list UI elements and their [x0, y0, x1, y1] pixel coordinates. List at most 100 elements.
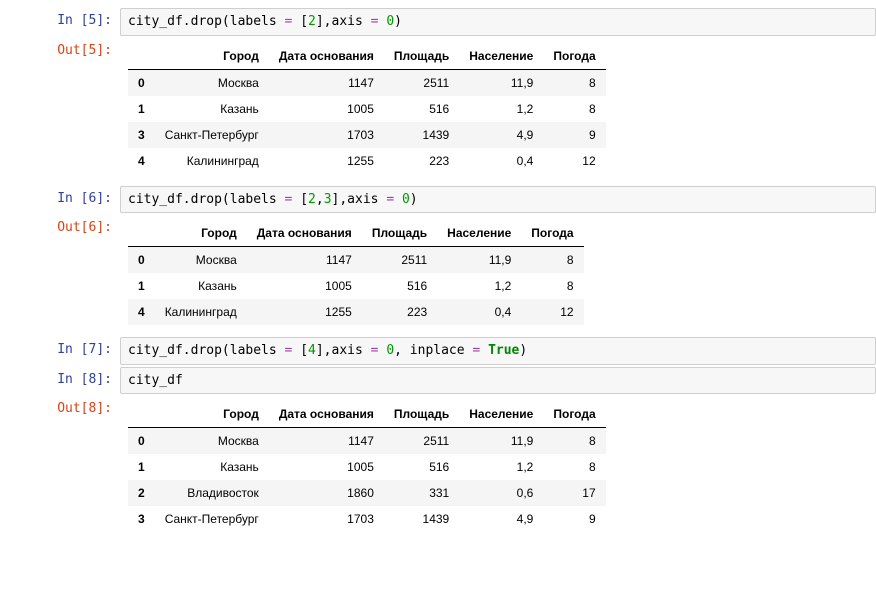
cell: 8 [543, 96, 605, 122]
cell: 8 [543, 69, 605, 96]
cell: 0,4 [459, 148, 543, 174]
cell: 8 [521, 273, 583, 299]
cell: 11,9 [459, 428, 543, 455]
cell: 1147 [269, 69, 384, 96]
prompt-in-6: In [6]: [0, 186, 120, 214]
cell: 11,9 [437, 247, 521, 274]
cell-in-6: In [6]: city_df.drop(labels = [2,3],axis… [0, 186, 876, 214]
cell: 12 [521, 299, 583, 325]
cell: Калининград [155, 148, 269, 174]
prompt-out-6: Out[6]: [0, 215, 120, 335]
table-row: 1Казань10055161,28 [128, 96, 606, 122]
cell: Казань [155, 273, 247, 299]
cell: 4,9 [459, 506, 543, 532]
cell: 8 [543, 428, 605, 455]
row-index: 0 [128, 69, 155, 96]
row-index: 3 [128, 506, 155, 532]
row-index: 0 [128, 428, 155, 455]
cell: 223 [384, 148, 459, 174]
col-header: Население [459, 43, 543, 70]
cell: 1439 [384, 506, 459, 532]
cell: 11,9 [459, 69, 543, 96]
cell: 1005 [269, 454, 384, 480]
prompt-out-5: Out[5]: [0, 38, 120, 184]
cell: Калининград [155, 299, 247, 325]
cell: 9 [543, 506, 605, 532]
prompt-in-5: In [5]: [0, 8, 120, 36]
col-header: Дата основания [269, 401, 384, 428]
cell: 0,6 [459, 480, 543, 506]
cell: Москва [155, 69, 269, 96]
cell: 1,2 [459, 454, 543, 480]
index-header [128, 43, 155, 70]
cell-in-5: In [5]: city_df.drop(labels = [2],axis =… [0, 8, 876, 36]
cell: 1439 [384, 122, 459, 148]
cell: 4,9 [459, 122, 543, 148]
prompt-in-7: In [7]: [0, 337, 120, 365]
cell: 1703 [269, 122, 384, 148]
output-6: Город Дата основания Площадь Население П… [120, 215, 876, 335]
cell: 1255 [269, 148, 384, 174]
cell: 1147 [269, 428, 384, 455]
cell: 1703 [269, 506, 384, 532]
col-header: Город [155, 220, 247, 247]
table-row: 1Казань10055161,28 [128, 273, 584, 299]
row-index: 4 [128, 148, 155, 174]
dataframe-5: Город Дата основания Площадь Население П… [128, 43, 606, 174]
col-header: Население [437, 220, 521, 247]
cell: 2511 [384, 428, 459, 455]
cell: Казань [155, 454, 269, 480]
table-row: 4Калининград12552230,412 [128, 299, 584, 325]
cell: 1,2 [437, 273, 521, 299]
cell: 9 [543, 122, 605, 148]
cell: 223 [362, 299, 437, 325]
col-header: Погода [543, 401, 605, 428]
row-index: 4 [128, 299, 155, 325]
table-row: 0Москва1147251111,98 [128, 428, 606, 455]
table-row: 2Владивосток18603310,617 [128, 480, 606, 506]
cell: 17 [543, 480, 605, 506]
code-input-6[interactable]: city_df.drop(labels = [2,3],axis = 0) [120, 186, 876, 214]
row-index: 1 [128, 454, 155, 480]
cell: 1005 [247, 273, 362, 299]
cell: 516 [384, 454, 459, 480]
cell: 8 [521, 247, 583, 274]
col-header: Дата основания [247, 220, 362, 247]
cell-in-7: In [7]: city_df.drop(labels = [4],axis =… [0, 337, 876, 365]
code-input-7[interactable]: city_df.drop(labels = [4],axis = 0, inpl… [120, 337, 876, 365]
prompt-in-8: In [8]: [0, 367, 120, 395]
cell: 516 [362, 273, 437, 299]
row-index: 1 [128, 273, 155, 299]
output-8: Город Дата основания Площадь Население П… [120, 396, 876, 542]
cell-in-8: In [8]: city_df [0, 367, 876, 395]
cell: Москва [155, 428, 269, 455]
col-header: Население [459, 401, 543, 428]
cell: 1005 [269, 96, 384, 122]
col-header: Город [155, 43, 269, 70]
cell: 12 [543, 148, 605, 174]
col-header: Погода [521, 220, 583, 247]
dataframe-6: Город Дата основания Площадь Население П… [128, 220, 584, 325]
index-header [128, 401, 155, 428]
cell: Санкт-Петербург [155, 122, 269, 148]
col-header: Площадь [384, 43, 459, 70]
cell: 1860 [269, 480, 384, 506]
code-input-8[interactable]: city_df [120, 367, 876, 395]
cell: 331 [384, 480, 459, 506]
table-row: 4Калининград12552230,412 [128, 148, 606, 174]
cell: 1255 [247, 299, 362, 325]
prompt-out-8: Out[8]: [0, 396, 120, 542]
cell: Санкт-Петербург [155, 506, 269, 532]
table-row: 3Санкт-Петербург170314394,99 [128, 506, 606, 532]
index-header [128, 220, 155, 247]
cell: 2511 [384, 69, 459, 96]
row-index: 1 [128, 96, 155, 122]
cell: 1,2 [459, 96, 543, 122]
col-header: Город [155, 401, 269, 428]
col-header: Дата основания [269, 43, 384, 70]
cell: 0,4 [437, 299, 521, 325]
table-row: 0Москва1147251111,98 [128, 69, 606, 96]
code-input-5[interactable]: city_df.drop(labels = [2],axis = 0) [120, 8, 876, 36]
output-5: Город Дата основания Площадь Население П… [120, 38, 876, 184]
row-index: 2 [128, 480, 155, 506]
